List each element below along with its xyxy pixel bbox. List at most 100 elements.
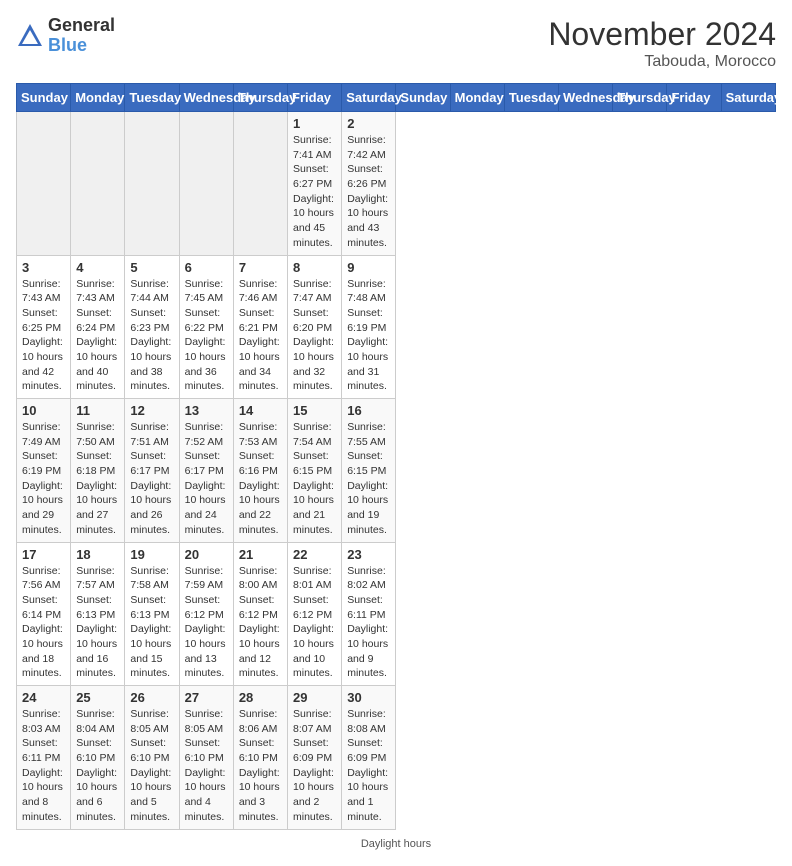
week-row-4: 17 Sunrise: 7:56 AMSunset: 6:14 PMDayligh…: [17, 542, 776, 686]
day-info: Sunrise: 7:41 AMSunset: 6:27 PMDaylight:…: [293, 133, 336, 251]
day-info: Sunrise: 8:02 AMSunset: 6:11 PMDaylight:…: [347, 564, 390, 682]
month-title: November 2024: [548, 16, 776, 53]
header-row: SundayMondayTuesdayWednesdayThursdayFrid…: [17, 84, 776, 112]
day-info: Sunrise: 7:44 AMSunset: 6:23 PMDaylight:…: [130, 277, 173, 395]
day-info: Sunrise: 8:01 AMSunset: 6:12 PMDaylight:…: [293, 564, 336, 682]
week-row-1: 1 Sunrise: 7:41 AMSunset: 6:27 PMDaylight…: [17, 112, 776, 256]
day-info: Sunrise: 7:59 AMSunset: 6:12 PMDaylight:…: [185, 564, 228, 682]
header-friday: Friday: [288, 84, 342, 112]
day-info: Sunrise: 7:49 AMSunset: 6:19 PMDaylight:…: [22, 420, 65, 538]
day-number: 4: [76, 260, 119, 275]
day-cell: 2 Sunrise: 7:42 AMSunset: 6:26 PMDaylight…: [342, 112, 396, 256]
day-cell: 26 Sunrise: 8:05 AMSunset: 6:10 PMDayligh…: [125, 686, 179, 830]
day-cell: 22 Sunrise: 8:01 AMSunset: 6:12 PMDayligh…: [288, 542, 342, 686]
day-number: 24: [22, 690, 65, 705]
day-info: Sunrise: 8:05 AMSunset: 6:10 PMDaylight:…: [130, 707, 173, 825]
day-cell: 10 Sunrise: 7:49 AMSunset: 6:19 PMDayligh…: [17, 399, 71, 543]
day-info: Sunrise: 7:55 AMSunset: 6:15 PMDaylight:…: [347, 420, 390, 538]
day-cell: [71, 112, 125, 256]
col-header-monday: Monday: [450, 84, 504, 112]
week-row-3: 10 Sunrise: 7:49 AMSunset: 6:19 PMDayligh…: [17, 399, 776, 543]
day-cell: 13 Sunrise: 7:52 AMSunset: 6:17 PMDayligh…: [179, 399, 233, 543]
day-number: 17: [22, 547, 65, 562]
day-cell: 20Sunrise: 7:59 AMSunset: 6:12 PMDayligh…: [179, 542, 233, 686]
day-number: 15: [293, 403, 336, 418]
calendar-table: SundayMondayTuesdayWednesdayThursdayFrid…: [16, 83, 776, 830]
day-info: Sunrise: 7:52 AMSunset: 6:17 PMDaylight:…: [185, 420, 228, 538]
calendar-body: 1 Sunrise: 7:41 AMSunset: 6:27 PMDaylight…: [17, 112, 776, 830]
day-cell: 6Sunrise: 7:45 AMSunset: 6:22 PMDaylight…: [179, 255, 233, 399]
day-number: 3: [22, 260, 65, 275]
day-cell: 16 Sunrise: 7:55 AMSunset: 6:15 PMDayligh…: [342, 399, 396, 543]
day-info: Sunrise: 7:51 AMSunset: 6:17 PMDaylight:…: [130, 420, 173, 538]
logo: General Blue: [16, 16, 115, 56]
day-cell: 21Sunrise: 8:00 AMSunset: 6:12 PMDayligh…: [233, 542, 287, 686]
day-number: 25: [76, 690, 119, 705]
logo-icon: [16, 22, 44, 50]
col-header-friday: Friday: [667, 84, 721, 112]
day-info: Sunrise: 7:45 AMSunset: 6:22 PMDaylight:…: [185, 277, 228, 395]
day-cell: 9 Sunrise: 7:48 AMSunset: 6:19 PMDaylight…: [342, 255, 396, 399]
day-cell: 11 Sunrise: 7:50 AMSunset: 6:18 PMDayligh…: [71, 399, 125, 543]
day-cell: 29Sunrise: 8:07 AMSunset: 6:09 PMDayligh…: [288, 686, 342, 830]
day-number: 11: [76, 403, 119, 418]
day-cell: 14 Sunrise: 7:53 AMSunset: 6:16 PMDayligh…: [233, 399, 287, 543]
day-number: 14: [239, 403, 282, 418]
day-info: Sunrise: 7:56 AMSunset: 6:14 PMDaylight:…: [22, 564, 65, 682]
day-cell: 23Sunrise: 8:02 AMSunset: 6:11 PMDayligh…: [342, 542, 396, 686]
day-number: 7: [239, 260, 282, 275]
title-block: November 2024 Tabouda, Morocco: [548, 16, 776, 71]
day-info: Sunrise: 8:08 AMSunset: 6:09 PMDaylight:…: [347, 707, 390, 825]
day-number: 5: [130, 260, 173, 275]
day-number: 8: [293, 260, 336, 275]
day-number: 1: [293, 116, 336, 131]
day-info: Sunrise: 7:43 AMSunset: 6:25 PMDaylight:…: [22, 277, 65, 395]
day-cell: 25 Sunrise: 8:04 AMSunset: 6:10 PMDayligh…: [71, 686, 125, 830]
day-info: Sunrise: 7:42 AMSunset: 6:26 PMDaylight:…: [347, 133, 390, 251]
day-info: Sunrise: 7:43 AMSunset: 6:24 PMDaylight:…: [76, 277, 119, 395]
day-cell: [233, 112, 287, 256]
day-number: 27: [185, 690, 228, 705]
col-header-sunday: Sunday: [396, 84, 450, 112]
logo-text: General Blue: [48, 16, 115, 56]
day-cell: 7Sunrise: 7:46 AMSunset: 6:21 PMDaylight…: [233, 255, 287, 399]
day-info: Sunrise: 7:48 AMSunset: 6:19 PMDaylight:…: [347, 277, 390, 395]
day-info: Sunrise: 7:57 AMSunset: 6:13 PMDaylight:…: [76, 564, 119, 682]
day-number: 9: [347, 260, 390, 275]
day-number: 16: [347, 403, 390, 418]
day-number: 26: [130, 690, 173, 705]
day-number: 22: [293, 547, 336, 562]
col-header-wednesday: Wednesday: [559, 84, 613, 112]
logo-general: General: [48, 15, 115, 35]
header-tuesday: Tuesday: [125, 84, 179, 112]
day-info: Sunrise: 8:03 AMSunset: 6:11 PMDaylight:…: [22, 707, 65, 825]
day-number: 13: [185, 403, 228, 418]
day-info: Sunrise: 7:53 AMSunset: 6:16 PMDaylight:…: [239, 420, 282, 538]
day-cell: 24 Sunrise: 8:03 AMSunset: 6:11 PMDayligh…: [17, 686, 71, 830]
day-cell: 5 Sunrise: 7:44 AMSunset: 6:23 PMDaylight…: [125, 255, 179, 399]
day-number: 28: [239, 690, 282, 705]
day-number: 18: [76, 547, 119, 562]
day-cell: 19 Sunrise: 7:58 AMSunset: 6:13 PMDayligh…: [125, 542, 179, 686]
day-info: Sunrise: 7:50 AMSunset: 6:18 PMDaylight:…: [76, 420, 119, 538]
day-number: 12: [130, 403, 173, 418]
day-cell: 27Sunrise: 8:05 AMSunset: 6:10 PMDayligh…: [179, 686, 233, 830]
header-wednesday: Wednesday: [179, 84, 233, 112]
day-info: Sunrise: 8:04 AMSunset: 6:10 PMDaylight:…: [76, 707, 119, 825]
day-info: Sunrise: 8:00 AMSunset: 6:12 PMDaylight:…: [239, 564, 282, 682]
header-sunday: Sunday: [17, 84, 71, 112]
col-header-tuesday: Tuesday: [504, 84, 558, 112]
day-number: 29: [293, 690, 336, 705]
day-cell: [17, 112, 71, 256]
day-number: 10: [22, 403, 65, 418]
day-info: Sunrise: 8:06 AMSunset: 6:10 PMDaylight:…: [239, 707, 282, 825]
day-number: 2: [347, 116, 390, 131]
day-cell: 8 Sunrise: 7:47 AMSunset: 6:20 PMDaylight…: [288, 255, 342, 399]
day-info: Sunrise: 7:47 AMSunset: 6:20 PMDaylight:…: [293, 277, 336, 395]
day-info: Sunrise: 7:58 AMSunset: 6:13 PMDaylight:…: [130, 564, 173, 682]
day-number: 30: [347, 690, 390, 705]
location-title: Tabouda, Morocco: [548, 53, 776, 71]
header-monday: Monday: [71, 84, 125, 112]
header-thursday: Thursday: [233, 84, 287, 112]
day-number: 19: [130, 547, 173, 562]
